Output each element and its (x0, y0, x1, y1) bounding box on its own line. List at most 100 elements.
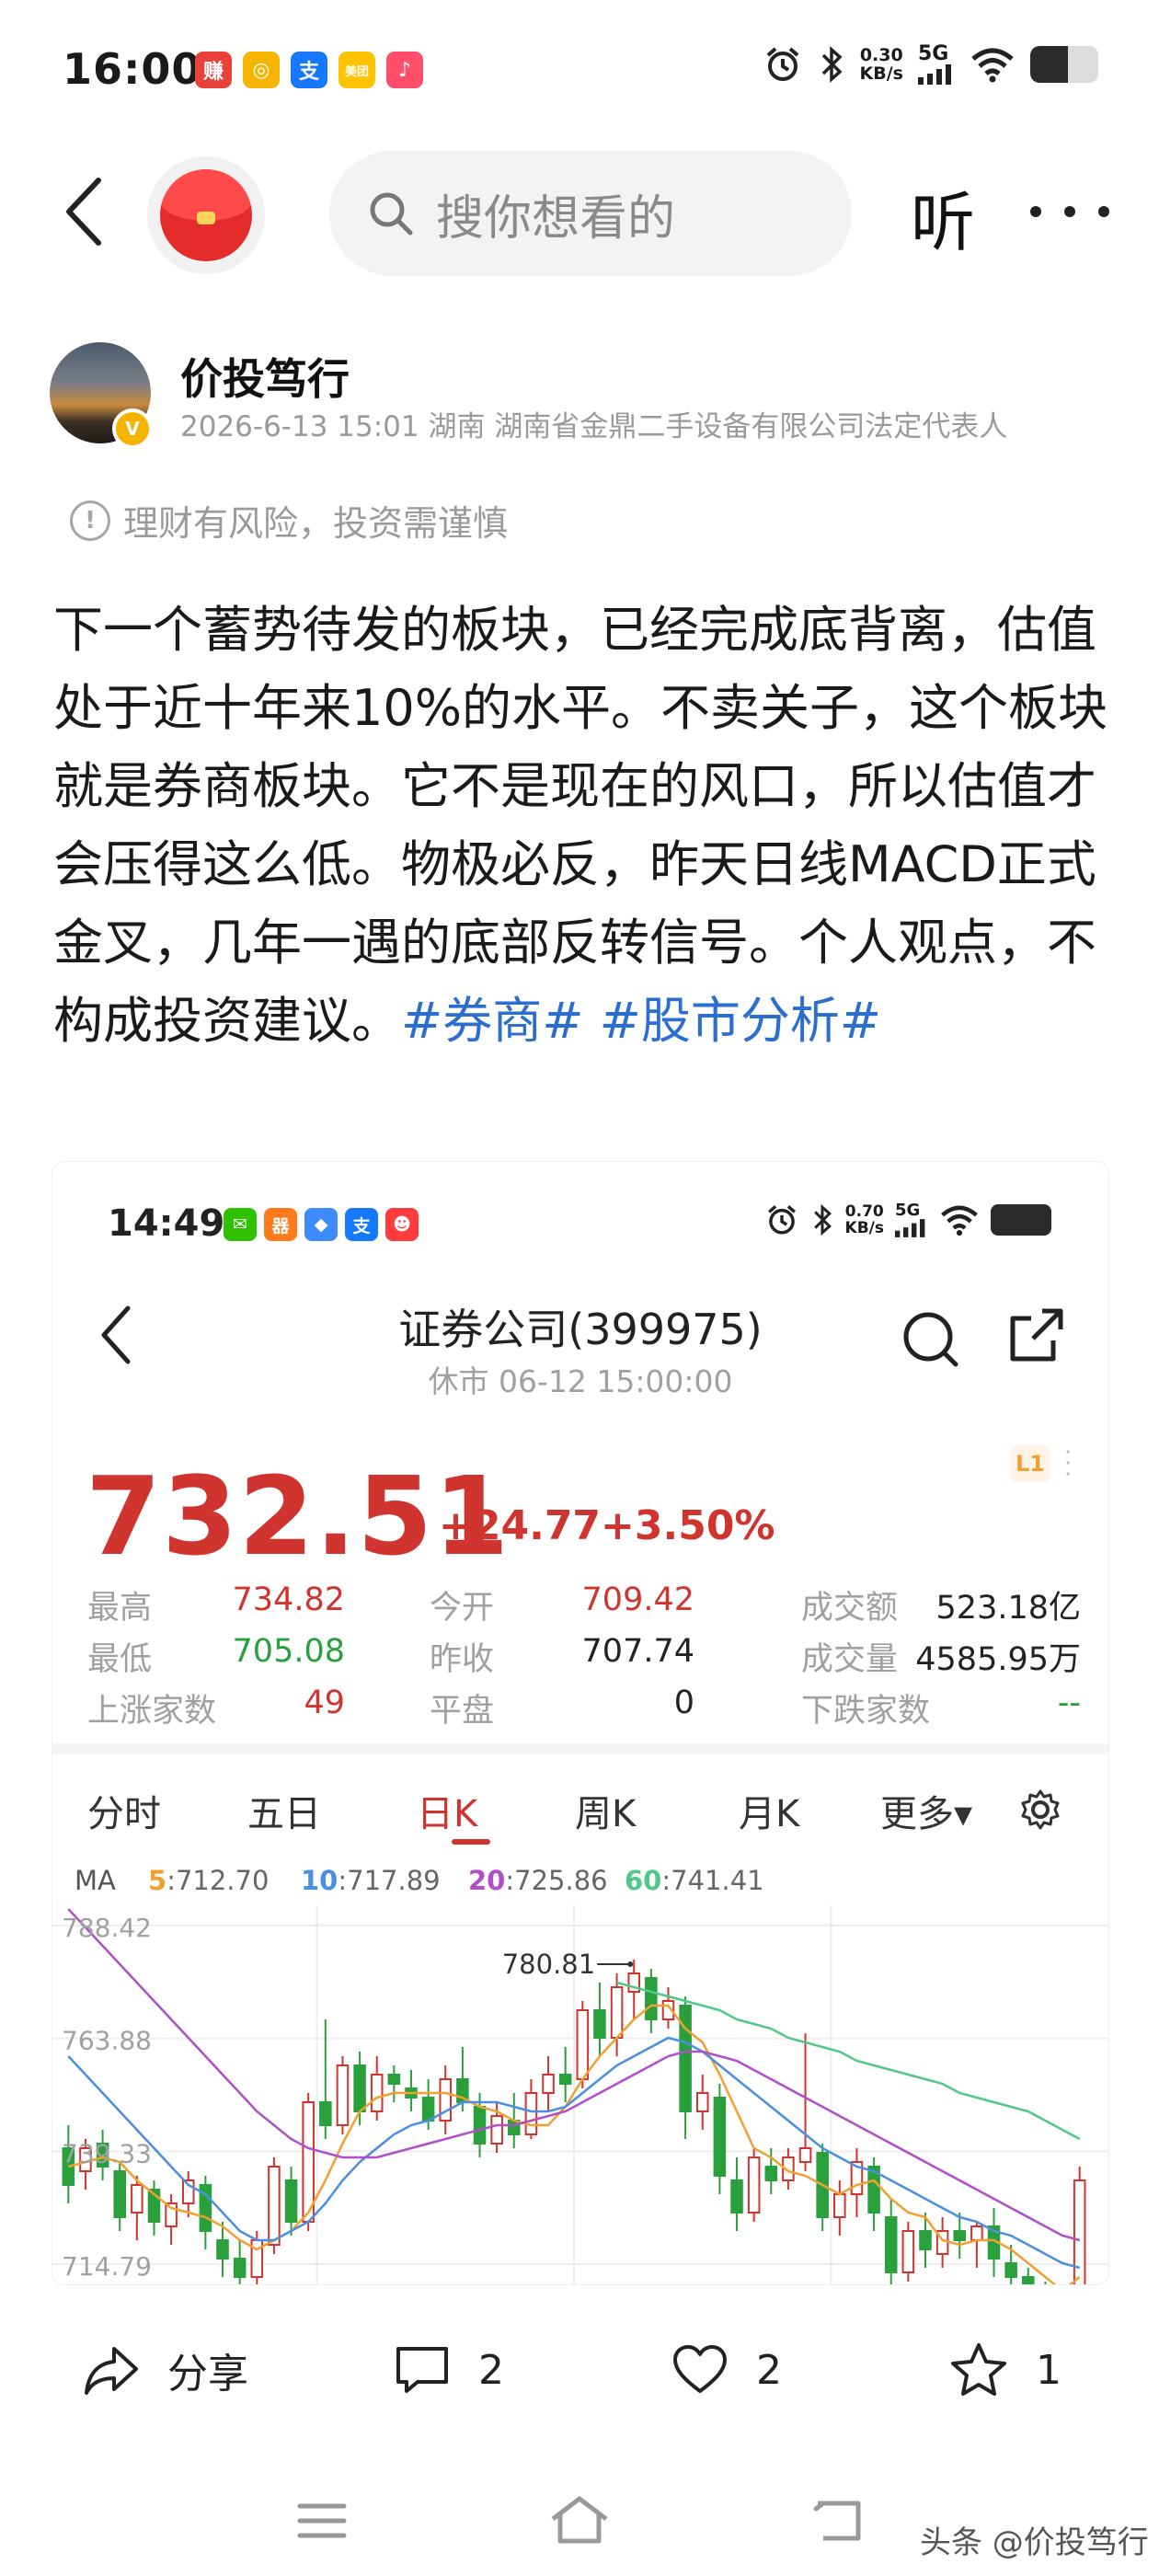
tab-five-day[interactable]: 五日 (247, 1784, 321, 1837)
candle-body (730, 2179, 743, 2214)
share-label: 分享 (167, 2351, 248, 2398)
like-count: 2 (756, 2346, 782, 2394)
app-logo[interactable] (147, 156, 265, 274)
embedded-status-indicators: 0.70 KB/s 5G (764, 1202, 1051, 1237)
listen-button[interactable]: 听 (911, 171, 975, 264)
candle-body (679, 2005, 692, 2112)
hashtag-link[interactable]: #券商# (401, 992, 584, 1050)
y-tick-label: 788.42 (62, 1913, 152, 1943)
stat-value: 4585.95万 (915, 1641, 1081, 1678)
post-action-bar: 分享 2 2 1 (0, 2324, 1159, 2416)
home-icon (551, 2496, 608, 2544)
favorite-button[interactable]: 1 (949, 2324, 1061, 2416)
back-system-button[interactable] (800, 2493, 874, 2548)
candle-body (524, 2092, 538, 2135)
tab-intraday[interactable]: 分时 (87, 1784, 161, 1837)
blue-app-icon: ◆ (304, 1208, 338, 1241)
candle-body (268, 2166, 281, 2246)
tab-weekly-k[interactable]: 周K (575, 1784, 636, 1837)
tab-monthly-k[interactable]: 月K (739, 1784, 799, 1837)
more-dot (1064, 206, 1075, 217)
wifi-icon (971, 48, 1014, 83)
tab-daily-k[interactable]: 日K (417, 1784, 477, 1837)
stat-label: 昨收 (430, 1641, 495, 1678)
ma10-value: :717.89 (338, 1865, 441, 1896)
author-meta: 2026-6-13 15:01 湖南 湖南省金鼎二手设备有限公司法定代表人 (180, 410, 1008, 443)
tab-more[interactable]: 更多▾ (880, 1784, 972, 1837)
red-envelope-icon (160, 169, 252, 261)
post-image[interactable]: 14:49 ✉ 器 ◆ 支 ☻ 0.70 KB/s 5G 证券公司(399975… (52, 1161, 1109, 2285)
comment-button[interactable]: 2 (394, 2324, 504, 2416)
candle-body (233, 2258, 247, 2278)
candle-body (370, 2074, 384, 2112)
embedded-share-button[interactable] (1005, 1305, 1066, 1370)
candle-body (970, 2225, 983, 2241)
more-vertical-icon[interactable]: · · · (1064, 1441, 1072, 1487)
embedded-search-button[interactable] (899, 1307, 961, 1374)
back-arrow-icon (813, 2501, 861, 2541)
embedded-app-icons: ✉ 器 ◆ 支 ☻ (224, 1208, 419, 1241)
ma20-legend: 20:725.86 (468, 1865, 608, 1896)
active-tab-indicator (452, 1839, 490, 1845)
more-menu-button[interactable] (1030, 184, 1109, 239)
post-body: 下一个蓄势待发的板块，已经完成底背离，估值处于近十年来10%的水平。不卖关子，这… (53, 591, 1111, 1060)
top-nav: 搜你想看的 听 (0, 147, 1159, 276)
stats-row: 上涨家数 49 平盘 0 下跌家数 -- (87, 1685, 1081, 1736)
battery-icon (991, 1204, 1051, 1236)
share-button[interactable]: 分享 (83, 2324, 248, 2416)
stat-label: 下跌家数 (801, 1693, 931, 1730)
candle-body (490, 2115, 503, 2145)
red-app-icon: ☻ (385, 1208, 419, 1241)
stat-label: 最高 (87, 1590, 153, 1627)
candle-body (1073, 2179, 1086, 2284)
level-badge[interactable]: L1 (1011, 1445, 1050, 1482)
candle-body (336, 2064, 350, 2126)
back-button[interactable] (48, 175, 121, 248)
alarm-icon (767, 1205, 796, 1235)
battery-icon (1030, 46, 1098, 83)
home-button[interactable] (543, 2493, 616, 2548)
candle-body (798, 2147, 812, 2163)
candlestick-chart[interactable]: 788.42 763.88 739.33 714.79 780.81 (52, 1905, 1109, 2285)
star-icon (951, 2343, 1006, 2396)
stat-value: 734.82 (232, 1581, 345, 1618)
status-time: 16:00 (63, 44, 202, 94)
ma10-legend: 10:717.89 (301, 1865, 441, 1896)
stat-value: 709.42 (581, 1581, 694, 1618)
candle-body (884, 2216, 898, 2273)
stat-value: -- (1057, 1685, 1081, 1721)
candle-body (645, 1977, 658, 2020)
candle-body (713, 2097, 727, 2177)
candle-body (473, 2106, 487, 2145)
status-bar: 16:00 赚 ◎ 支美团 ♪ 0.30 KB/s 5G (0, 0, 1159, 147)
ma60-legend: 60:741.41 (625, 1865, 764, 1896)
stat-label: 成交量 (801, 1641, 899, 1678)
stat-label: 上涨家数 (87, 1693, 217, 1730)
candle-body (833, 2193, 846, 2218)
stat-value: 707.74 (581, 1633, 694, 1670)
stats-row: 最高 734.82 今开 709.42 成交额 523.18亿 (87, 1581, 1081, 1633)
search-input[interactable]: 搜你想看的 (329, 151, 852, 276)
ma20-value: :725.86 (505, 1865, 608, 1896)
hashtag-link[interactable]: #股市分析# (584, 992, 882, 1050)
wifi-icon (941, 1205, 978, 1236)
wechat-app-icon: ✉ (224, 1208, 257, 1241)
author-name[interactable]: 价投笃行 (180, 346, 350, 407)
bluetooth-icon (813, 1203, 832, 1236)
ma-legend: MA 5:712.70 10:717.89 20:725.86 60:741.4… (52, 1854, 1108, 1905)
alipay-app-icon: 支 (291, 52, 327, 88)
like-button[interactable]: 2 (671, 2324, 782, 2416)
status-indicators: 0.30 KB/s 5G (763, 44, 1098, 85)
ma-label: MA (75, 1865, 116, 1896)
recent-apps-button[interactable] (285, 2493, 359, 2548)
candle-body (919, 2230, 932, 2250)
y-tick-label: 714.79 (62, 2251, 152, 2282)
candle-body (319, 2101, 332, 2126)
chart-period-tabs: 分时 五日 日K 周K 月K 更多▾ (52, 1754, 1108, 1861)
ma60-value: :741.41 (661, 1865, 764, 1896)
candle-body (421, 2097, 435, 2122)
ma5-value: :712.70 (166, 1865, 270, 1896)
share-external-icon (1010, 1308, 1063, 1362)
chart-settings-button[interactable] (1018, 1788, 1062, 1835)
more-dot (1030, 206, 1041, 217)
